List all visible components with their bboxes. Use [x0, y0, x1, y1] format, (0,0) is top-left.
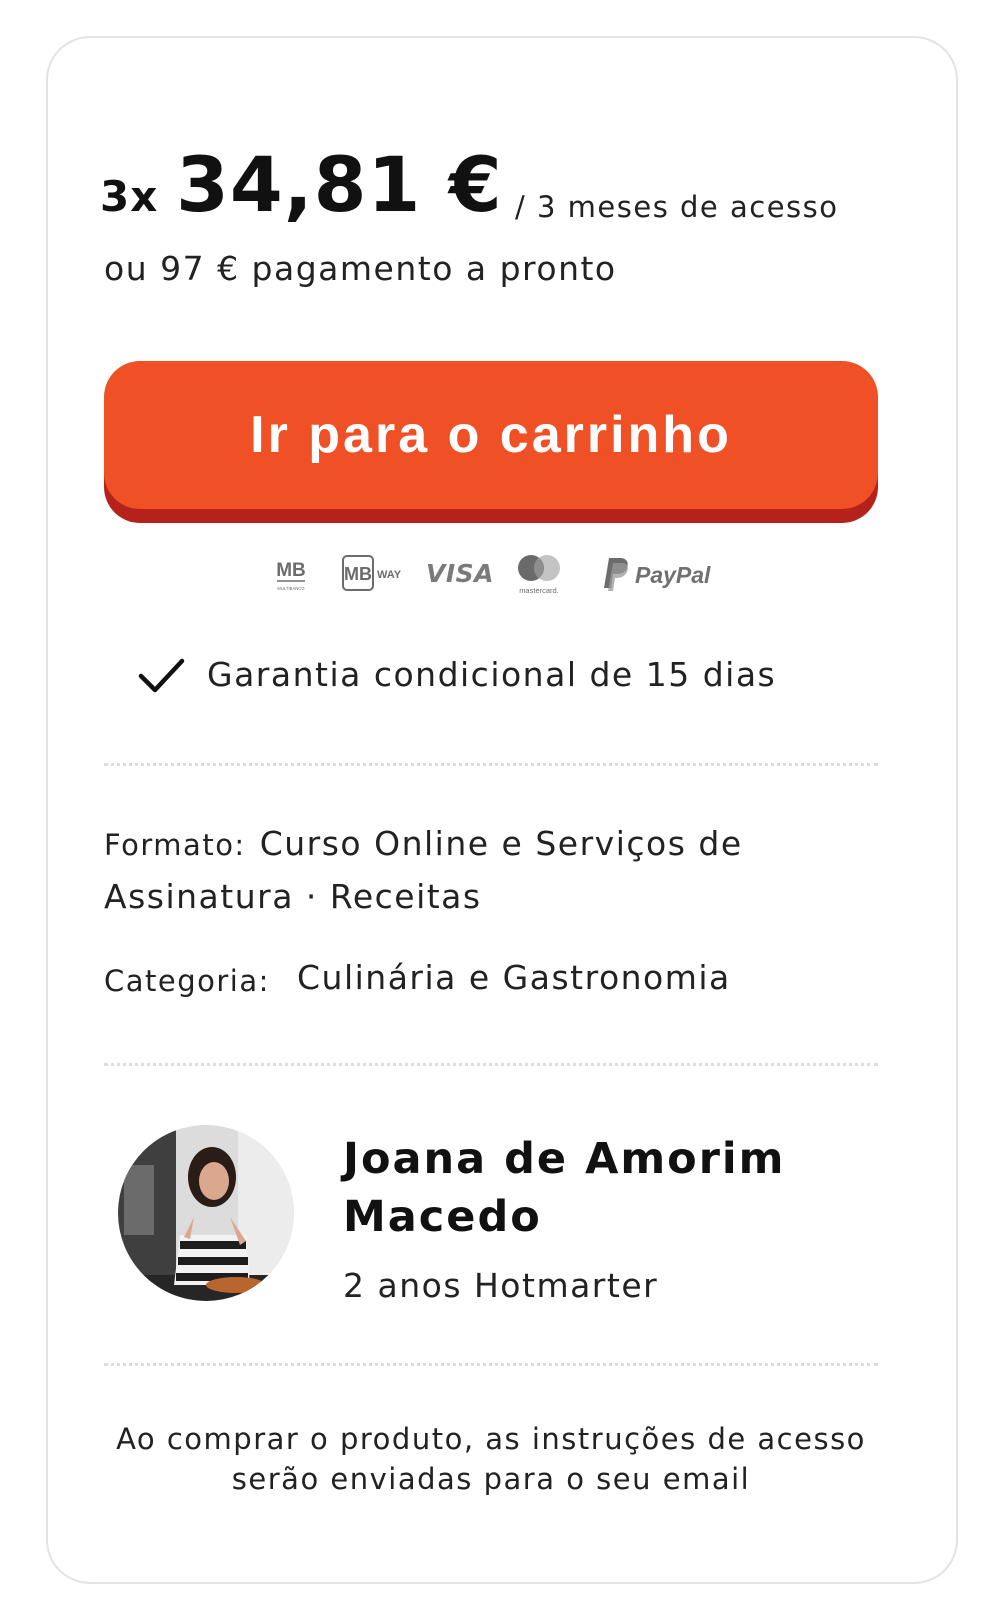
- installments-prefix: 3x: [100, 172, 159, 221]
- cta-label: Ir para o carrinho: [104, 361, 878, 509]
- go-to-cart-button[interactable]: Ir para o carrinho: [104, 361, 878, 523]
- svg-text:mastercard.: mastercard.: [519, 586, 559, 595]
- paypal-icon: PayPal: [598, 550, 720, 596]
- check-icon: [138, 655, 188, 697]
- purchase-note: Ao comprar o produto, as instruções de a…: [116, 1422, 866, 1496]
- mbway-icon: MB WAY: [340, 550, 406, 596]
- guarantee-text: Garantia condicional de 15 dias: [207, 655, 777, 694]
- author-tenure: 2 anos Hotmarter: [343, 1266, 659, 1305]
- multibanco-icon: MB MULTIBANCO: [271, 550, 311, 596]
- visa-icon: VISA: [426, 550, 494, 596]
- category-value: Culinária e Gastronomia: [297, 958, 731, 997]
- divider: [104, 1363, 878, 1366]
- upfront-price: ou 97 € pagamento a pronto: [104, 249, 617, 288]
- divider: [104, 1063, 878, 1066]
- visa-label: VISA: [426, 558, 495, 588]
- svg-text:MULTIBANCO: MULTIBANCO: [277, 586, 305, 591]
- svg-text:MB: MB: [344, 564, 372, 584]
- svg-text:PayPal: PayPal: [635, 562, 711, 588]
- format-label: Formato:: [104, 828, 246, 862]
- author-avatar: [118, 1125, 294, 1301]
- author-name: Joana de Amorim Macedo: [343, 1134, 786, 1242]
- svg-text:MB: MB: [276, 560, 306, 581]
- installment-price: 34,81 €: [176, 140, 503, 229]
- category-label: Categoria:: [104, 964, 270, 998]
- mastercard-icon: mastercard.: [512, 550, 566, 596]
- access-period: / 3 meses de acesso: [515, 190, 839, 224]
- format-row: Formato: Curso Online e Serviços de Assin…: [104, 818, 864, 923]
- divider: [104, 763, 878, 766]
- svg-text:WAY: WAY: [377, 569, 402, 581]
